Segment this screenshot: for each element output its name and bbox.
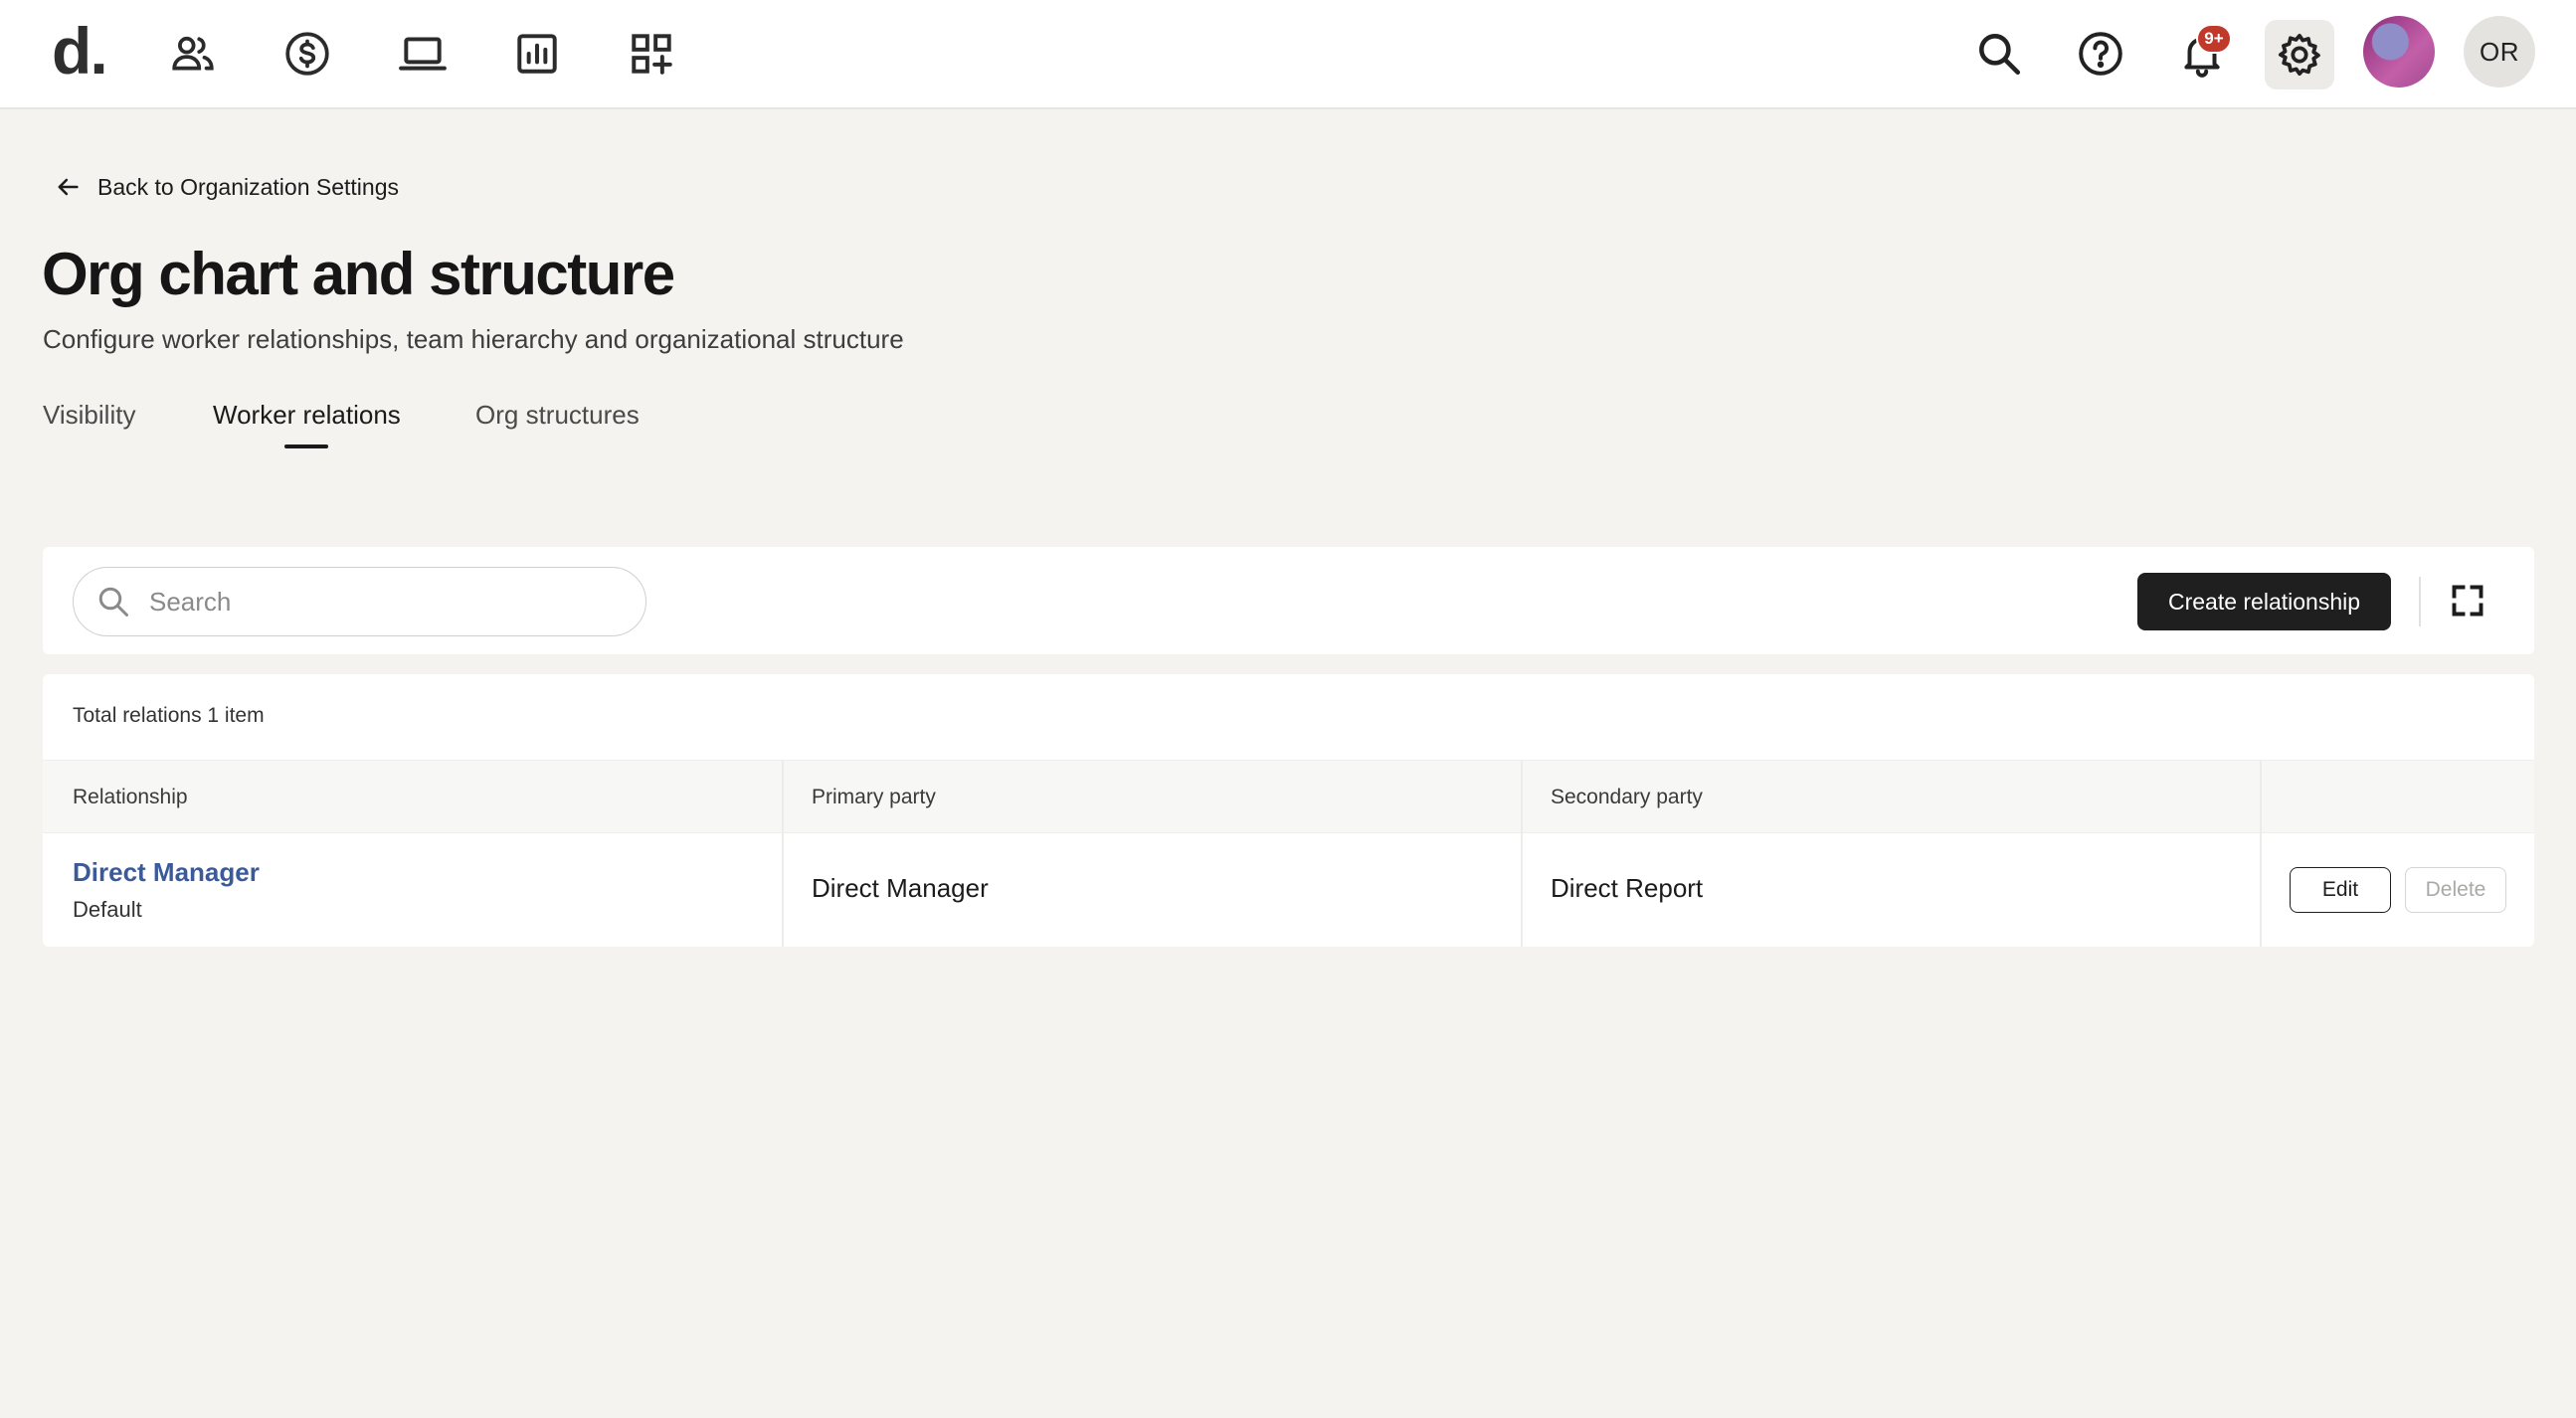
relationship-default-label: Default: [73, 897, 142, 922]
column-header-secondary-party: Secondary party: [1551, 786, 1703, 808]
primary-party-cell: Direct Manager: [812, 873, 989, 903]
total-relations-label: Total relations 1 item: [73, 704, 265, 727]
column-header-primary-party: Primary party: [812, 786, 936, 808]
create-relationship-button[interactable]: Create relationship: [2137, 573, 2391, 630]
search-icon: [98, 587, 128, 617]
delete-button[interactable]: Delete: [2405, 867, 2506, 913]
edit-button[interactable]: Edit: [2290, 867, 2391, 913]
dollar-icon[interactable]: [278, 25, 336, 83]
search-icon[interactable]: [1970, 25, 2028, 83]
top-navigation-bar: d. 9+ OR: [0, 0, 2576, 109]
toolbar: Create relationship: [43, 547, 2534, 654]
user-avatar-initials[interactable]: OR: [2464, 16, 2535, 88]
gear-icon[interactable]: [2265, 20, 2334, 89]
apps-add-icon[interactable]: [623, 25, 680, 83]
people-icon[interactable]: [164, 25, 222, 83]
user-avatar-image[interactable]: [2363, 16, 2435, 88]
back-link-label: Back to Organization Settings: [97, 173, 399, 200]
page-subtitle: Configure worker relationships, team hie…: [43, 324, 904, 354]
back-to-settings-link[interactable]: Back to Organization Settings: [54, 173, 399, 201]
expand-fullscreen-icon[interactable]: [2450, 583, 2485, 619]
tab-visibility[interactable]: Visibility: [43, 400, 135, 448]
bar-chart-icon[interactable]: [508, 25, 566, 83]
search-field[interactable]: [73, 567, 646, 636]
tab-org-structures[interactable]: Org structures: [475, 400, 640, 448]
relationship-name-link[interactable]: Direct Manager: [73, 857, 260, 888]
search-input[interactable]: [149, 586, 587, 618]
table-row: Direct Manager Default Direct Manager Di…: [43, 833, 2534, 947]
table-header: Relationship Primary party Secondary par…: [43, 760, 2534, 833]
column-header-relationship: Relationship: [73, 786, 188, 808]
secondary-party-cell: Direct Report: [1551, 873, 1704, 903]
help-icon[interactable]: [2072, 25, 2129, 83]
app-logo[interactable]: d.: [52, 14, 108, 88]
laptop-icon[interactable]: [394, 25, 452, 83]
tab-worker-relations[interactable]: Worker relations: [213, 400, 401, 448]
arrow-left-icon: [58, 178, 79, 196]
toolbar-divider: [2419, 577, 2421, 626]
relations-table: Total relations 1 item Relationship Prim…: [43, 674, 2534, 947]
page-title: Org chart and structure: [42, 241, 675, 307]
notification-badge: 9+: [2196, 24, 2232, 54]
